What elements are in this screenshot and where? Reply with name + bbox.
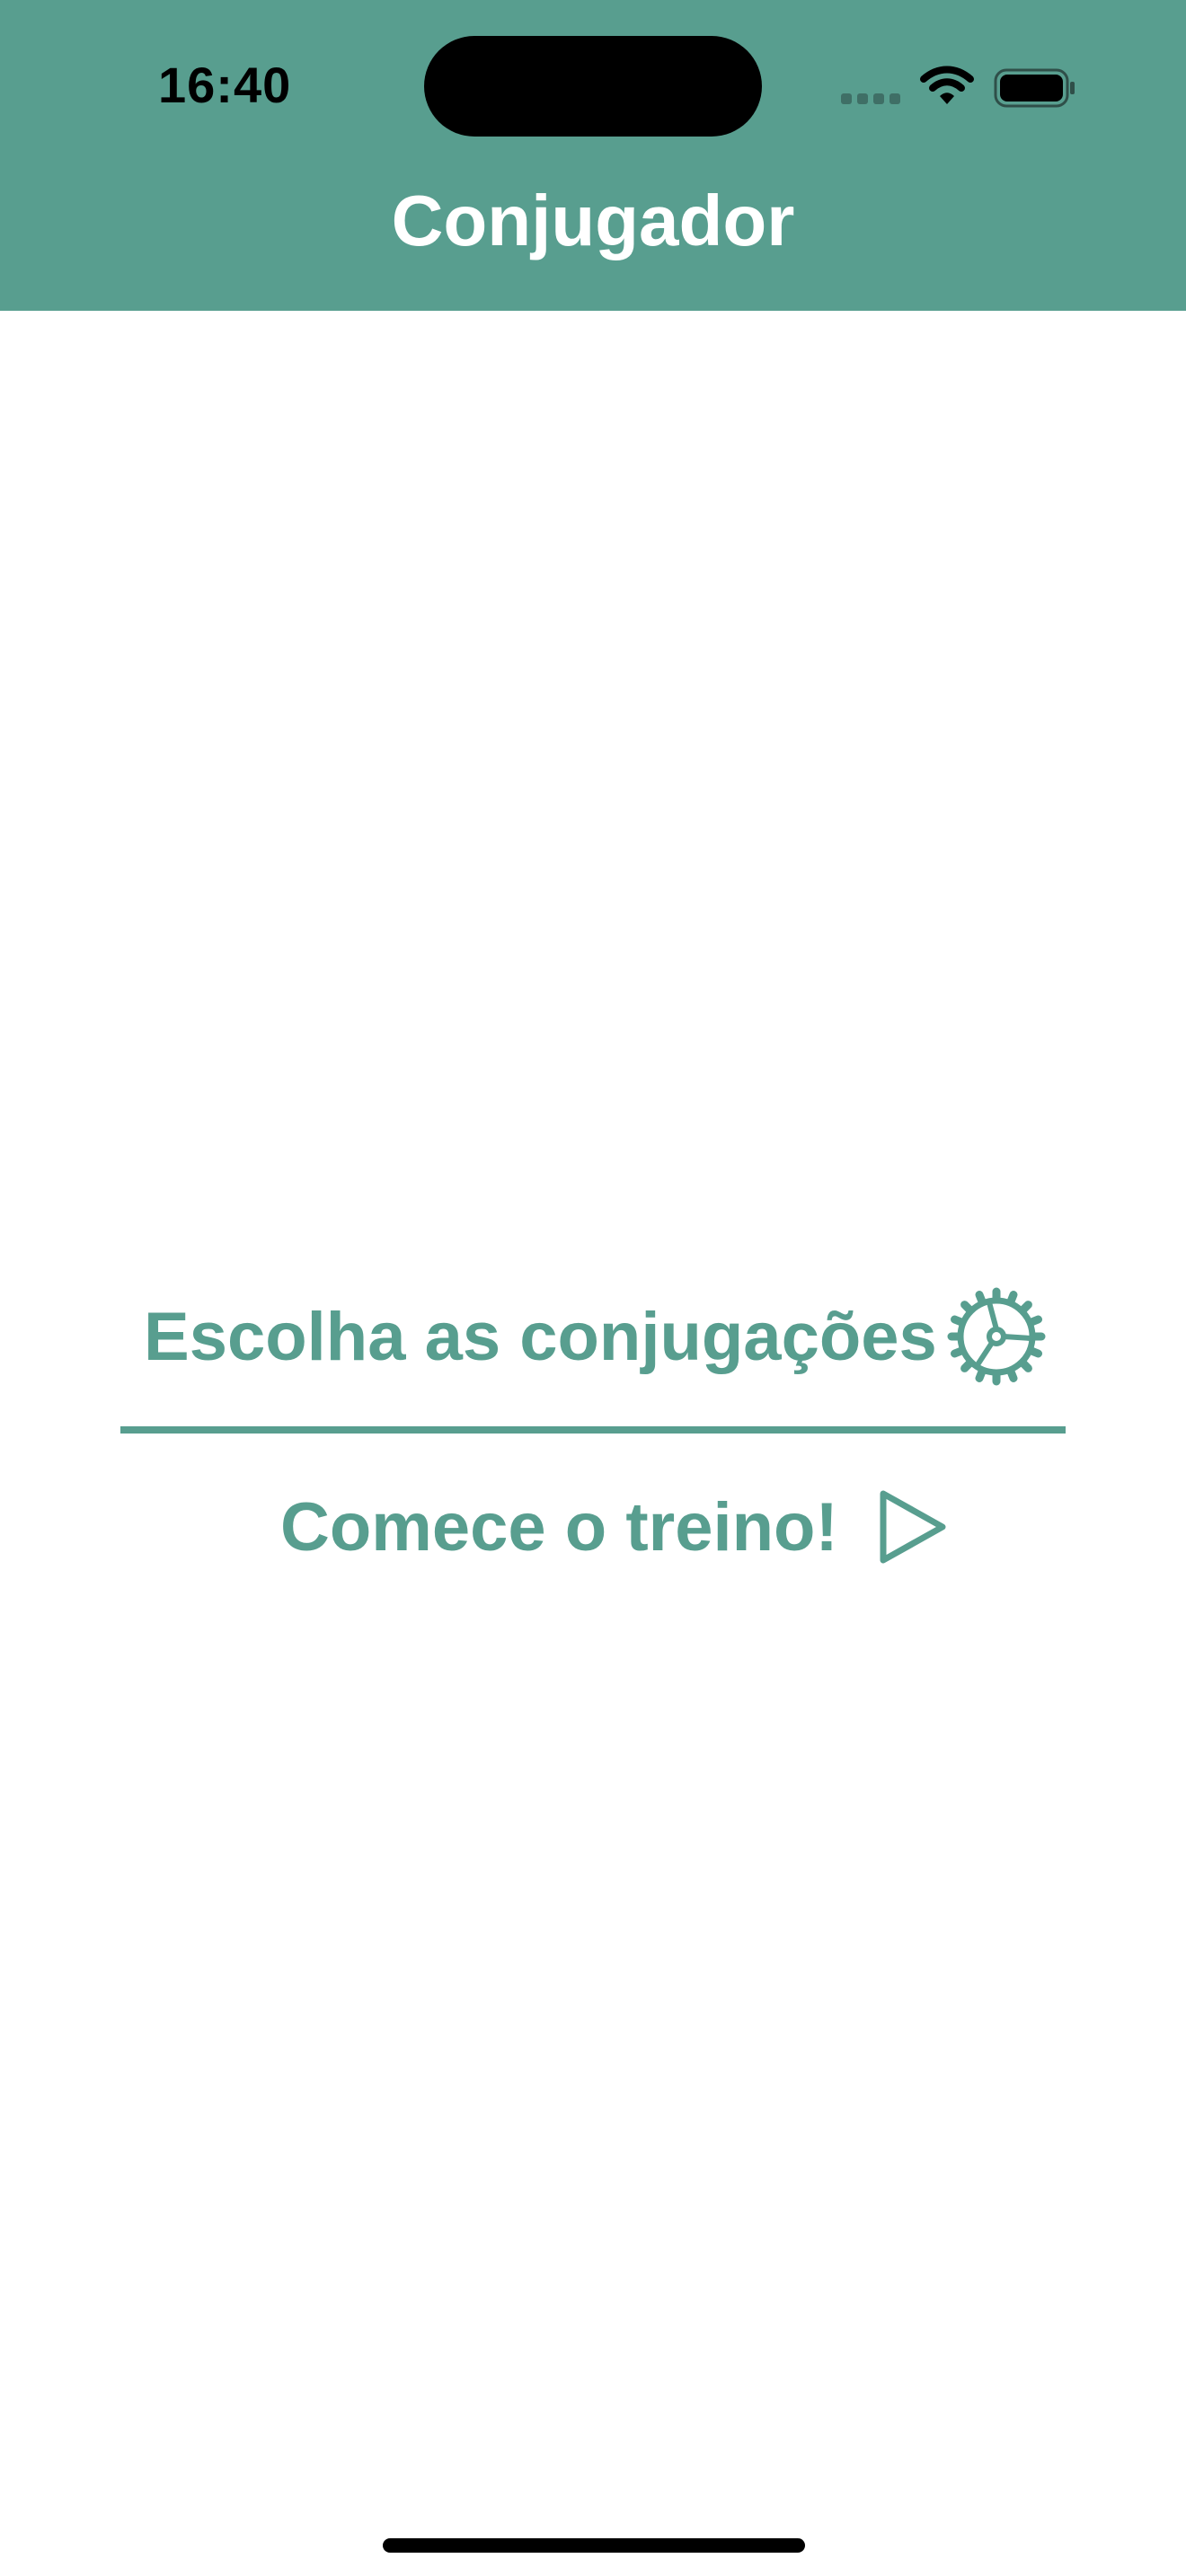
home-indicator[interactable] xyxy=(383,2538,805,2553)
navigation-header: 16:40 Conjugador xyxy=(0,0,1186,311)
page-title: Conjugador xyxy=(391,181,795,260)
choose-conjugations-label: Escolha as conjugações xyxy=(144,1298,937,1375)
menu-divider xyxy=(120,1426,1066,1434)
choose-conjugations-button[interactable]: Escolha as conjugações xyxy=(144,1283,1047,1390)
start-training-button[interactable]: Comece o treino! xyxy=(280,1473,950,1581)
start-training-label: Comece o treino! xyxy=(280,1488,838,1566)
play-icon xyxy=(880,1490,946,1564)
cellular-signal-icon xyxy=(841,93,902,106)
wifi-icon xyxy=(920,66,974,104)
battery-icon xyxy=(994,68,1075,108)
status-time: 16:40 xyxy=(158,57,292,113)
gear-icon xyxy=(947,1287,1046,1386)
dynamic-island xyxy=(424,36,762,137)
